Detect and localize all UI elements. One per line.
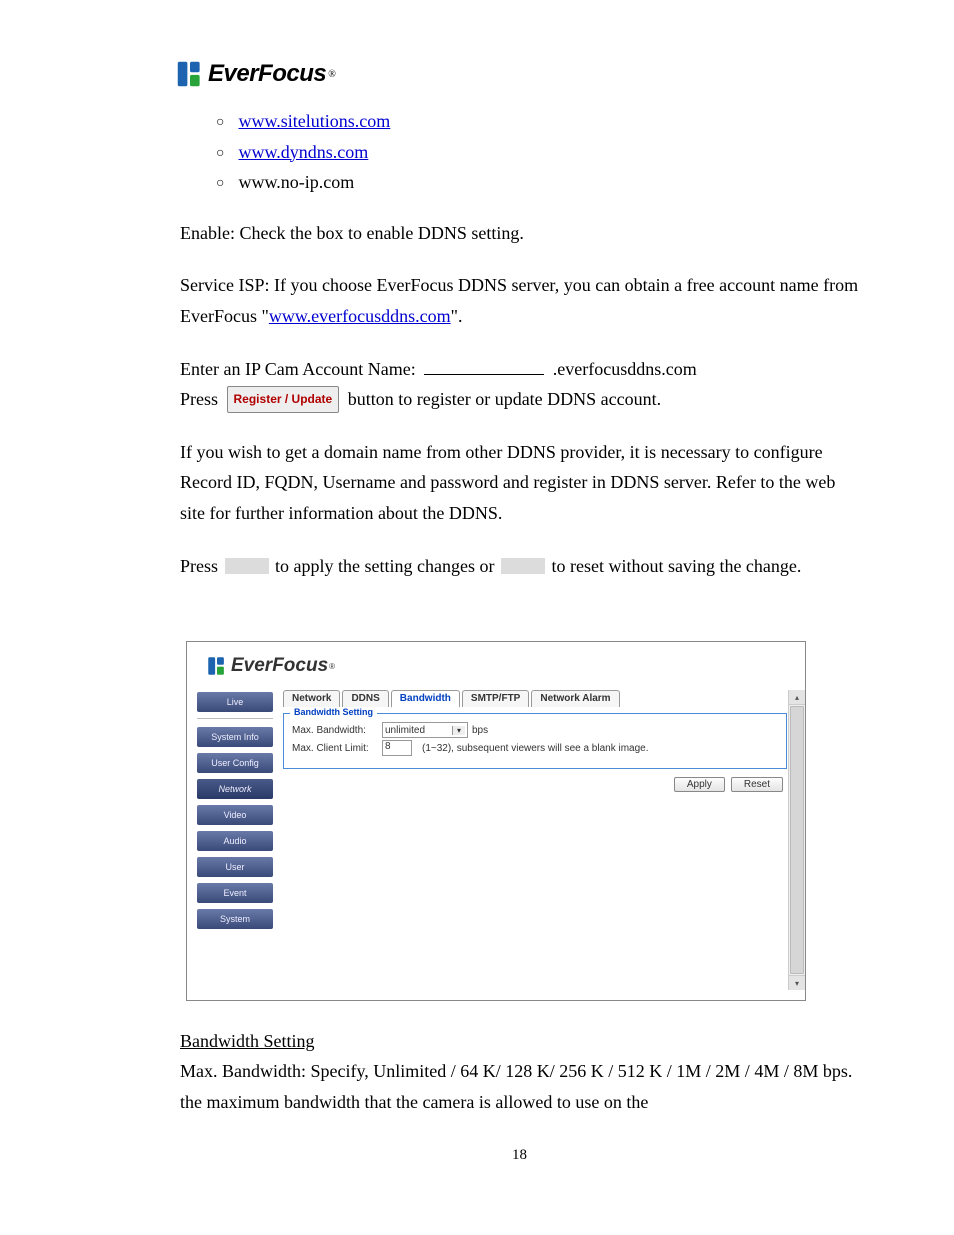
tab-bar: Network DDNS Bandwidth SMTP/FTP Network … [283, 690, 787, 707]
bandwidth-fieldset: Bandwidth Setting Max. Bandwidth: unlimi… [283, 713, 787, 769]
brand-logo: EverFocus ® [176, 60, 859, 88]
brand-logo-text: EverFocus [208, 60, 326, 88]
sidebar-item-system-info[interactable]: System Info [197, 727, 273, 747]
tab-ddns[interactable]: DDNS [342, 690, 388, 707]
sidebar-item-audio[interactable]: Audio [197, 831, 273, 851]
max-bandwidth-select[interactable]: unlimited ▾ [382, 722, 468, 738]
account-domain: .everfocusddns.com [553, 359, 697, 379]
max-client-limit-input[interactable]: 8 [382, 740, 412, 756]
bandwidth-body: Max. Bandwidth: Specify, Unlimited / 64 … [180, 1056, 859, 1117]
sidebar-item-network[interactable]: Network [197, 779, 273, 799]
sidebar: Live System Info User Config Network Vid… [187, 690, 283, 990]
ss-logo-text: EverFocus [231, 655, 328, 677]
sidebar-item-user[interactable]: User [197, 857, 273, 877]
apply-reset-text: Press to apply the setting changes or to… [180, 551, 859, 582]
link-dyndns[interactable]: www.dyndns.com [238, 142, 368, 162]
link-everfocusddns[interactable]: www.everfocusddns.com [269, 306, 451, 326]
sidebar-item-system[interactable]: System [197, 909, 273, 929]
tab-bandwidth[interactable]: Bandwidth [391, 690, 460, 708]
bandwidth-heading: Bandwidth Setting [180, 1031, 859, 1052]
scroll-up-icon[interactable]: ▴ [789, 690, 805, 705]
registered-icon: ® [328, 69, 336, 80]
max-bandwidth-label: Max. Bandwidth: [292, 725, 382, 736]
fieldset-legend: Bandwidth Setting [290, 707, 377, 717]
client-limit-hint: (1~32), subsequent viewers will see a bl… [422, 743, 649, 754]
registered-icon: ® [329, 662, 335, 671]
max-client-limit-label: Max. Client Limit: [292, 743, 382, 754]
account-label: Enter an IP Cam Account Name: [180, 359, 416, 379]
bandwidth-settings-screenshot: EverFocus ® Live System Info User Config… [186, 641, 806, 1001]
bps-unit: bps [472, 725, 488, 736]
service-isp-text: Service ISP: If you choose EverFocus DDN… [180, 270, 859, 331]
page-number: 18 [180, 1147, 859, 1164]
enable-text: Enable: Check the box to enable DDNS set… [180, 218, 859, 249]
tab-network-alarm[interactable]: Network Alarm [531, 690, 619, 707]
ddns-provider-list: www.sitelutions.com www.dyndns.com www.n… [180, 106, 859, 198]
link-noip: www.no-ip.com [238, 172, 354, 192]
link-sitelutions[interactable]: www.sitelutions.com [238, 111, 390, 131]
sidebar-item-live[interactable]: Live [197, 692, 273, 712]
chevron-down-icon: ▾ [452, 726, 465, 735]
register-update-button[interactable]: Register / Update [227, 386, 340, 412]
everfocus-logo-icon [207, 656, 227, 676]
tab-smtp-ftp[interactable]: SMTP/FTP [462, 690, 529, 707]
list-item: www.sitelutions.com [216, 106, 859, 137]
scroll-down-icon[interactable]: ▾ [789, 975, 805, 990]
list-item: www.no-ip.com [216, 167, 859, 198]
everfocus-logo-icon [176, 60, 204, 88]
scroll-thumb[interactable] [790, 706, 804, 974]
account-input-blank[interactable] [424, 356, 544, 375]
account-entry: Enter an IP Cam Account Name: .everfocus… [180, 354, 859, 415]
sidebar-item-event[interactable]: Event [197, 883, 273, 903]
scrollbar[interactable]: ▴ ▾ [788, 690, 805, 990]
other-provider-text: If you wish to get a domain name from ot… [180, 437, 859, 529]
tab-network[interactable]: Network [283, 690, 340, 707]
sidebar-item-video[interactable]: Video [197, 805, 273, 825]
sidebar-item-user-config[interactable]: User Config [197, 753, 273, 773]
apply-button[interactable]: Apply [674, 777, 725, 792]
reset-button-placeholder[interactable] [501, 558, 545, 574]
list-item: www.dyndns.com [216, 137, 859, 168]
apply-button-placeholder[interactable] [225, 558, 269, 574]
reset-button[interactable]: Reset [731, 777, 783, 792]
